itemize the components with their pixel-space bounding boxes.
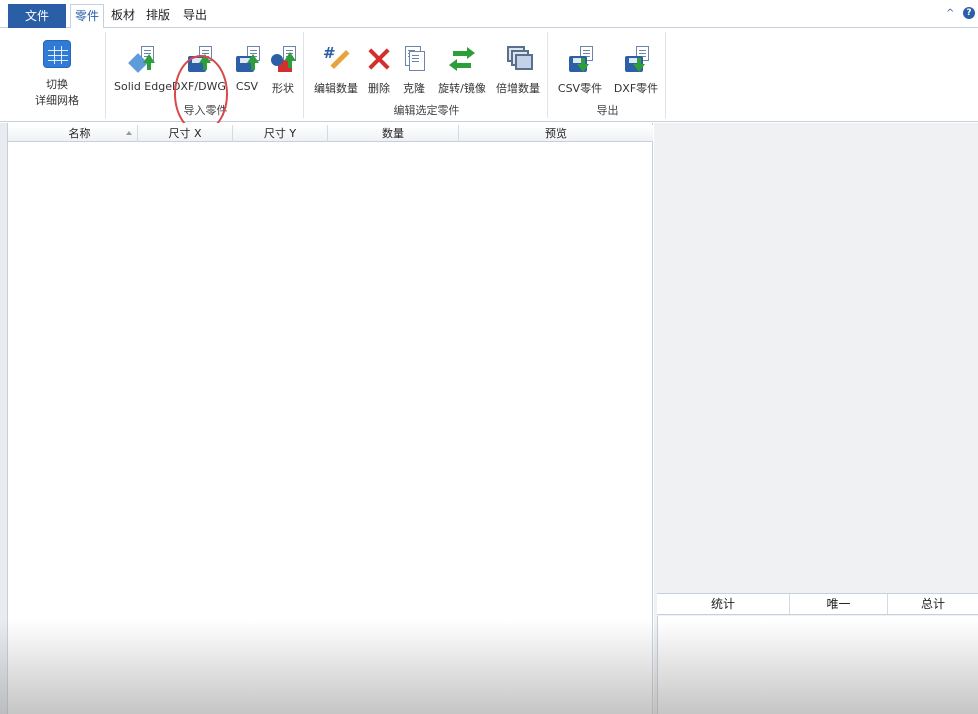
stats-header: 统计 唯一 总计 [657,593,978,615]
stats-column-total[interactable]: 总计 [888,594,978,614]
stats-table-body [657,616,978,714]
tab-parts[interactable]: 零件 [70,4,104,29]
ribbon-group-export: CSV零件 DXF零件 导出 [550,32,666,118]
clone-button[interactable]: 克隆 [398,44,430,96]
edit-quantity-icon: # [321,44,351,74]
solid-edge-label: Solid Edge [114,80,172,93]
parts-grid[interactable]: 名称 尺寸 X 尺寸 Y 数量 预览 [0,123,653,714]
solid-edge-import-icon [127,44,157,74]
export-csv-parts-button[interactable]: CSV零件 [554,44,606,96]
ribbon-tab-bar: 文件 零件 板材 排版 导出 ^ ? [0,0,978,29]
rotate-mirror-icon [447,44,477,74]
dxf-parts-label: DXF零件 [613,82,659,95]
csv-label: CSV [235,80,259,93]
column-header-size-x[interactable]: 尺寸 X [138,125,233,142]
column-header-name[interactable]: 名称 [22,125,138,142]
delete-button[interactable]: 删除 [364,44,394,96]
edit-quantity-button[interactable]: # 编辑数量 [310,44,362,96]
stats-column-unique[interactable]: 唯一 [790,594,888,614]
export-dxf-parts-button[interactable]: DXF零件 [610,44,662,96]
stats-column-statistics[interactable]: 统计 [657,594,790,614]
delete-label: 删除 [368,82,390,95]
export-group-label: 导出 [596,104,619,117]
delete-icon [364,44,394,74]
multiply-quantity-icon [503,44,533,74]
help-icon[interactable]: ? [963,7,975,19]
switch-grid-label-1: 切换 [46,78,68,91]
column-header-preview[interactable]: 预览 [459,125,653,142]
csv-parts-label: CSV零件 [557,82,603,95]
import-csv-button[interactable]: CSV [230,44,264,93]
csv-import-icon [232,44,262,74]
tab-nesting[interactable]: 排版 [143,4,173,28]
ribbon-group-view: 切换 详细网格 [8,32,106,118]
import-shape-button[interactable]: 形状 [266,44,300,96]
grid-icon [42,40,72,70]
clone-label: 克隆 [403,82,425,95]
ribbon: 切换 详细网格 Solid Edge DXF/DWG CSV 形状 导入零件 #… [0,28,978,133]
grid-row-header-bar [0,123,8,714]
tab-sheets[interactable]: 板材 [108,4,138,28]
switch-grid-button[interactable]: 切换 详细网格 [28,40,86,108]
collapse-ribbon-icon[interactable]: ^ [946,8,954,19]
multiply-quantity-button[interactable]: 倍增数量 [492,44,544,96]
annotation-circle [174,55,228,133]
csv-export-icon [565,44,595,74]
shape-label: 形状 [272,82,294,95]
tab-export[interactable]: 导出 [180,4,210,28]
file-tab[interactable]: 文件 [8,4,66,28]
edit-group-label: 编辑选定零件 [393,104,460,117]
column-header-quantity[interactable]: 数量 [328,125,459,142]
rotate-mirror-button[interactable]: 旋转/镜像 [434,44,490,96]
shape-import-icon [268,44,298,74]
multiply-quantity-label: 倍增数量 [496,82,540,95]
edit-quantity-label: 编辑数量 [314,82,358,95]
import-solid-edge-button[interactable]: Solid Edge [114,44,172,93]
clone-icon [399,44,429,74]
column-name-label: 名称 [68,127,91,140]
column-header-size-y[interactable]: 尺寸 Y [233,125,328,142]
dxf-export-icon [621,44,651,74]
sort-ascending-icon [126,131,132,135]
ribbon-group-edit: # 编辑数量 删除 克隆 旋转/镜像 倍增数量 编辑选定零件 [306,32,548,118]
rotate-mirror-label: 旋转/镜像 [438,82,486,95]
switch-grid-label-2: 详细网格 [35,94,79,107]
grid-header: 名称 尺寸 X 尺寸 Y 数量 预览 [8,125,653,142]
